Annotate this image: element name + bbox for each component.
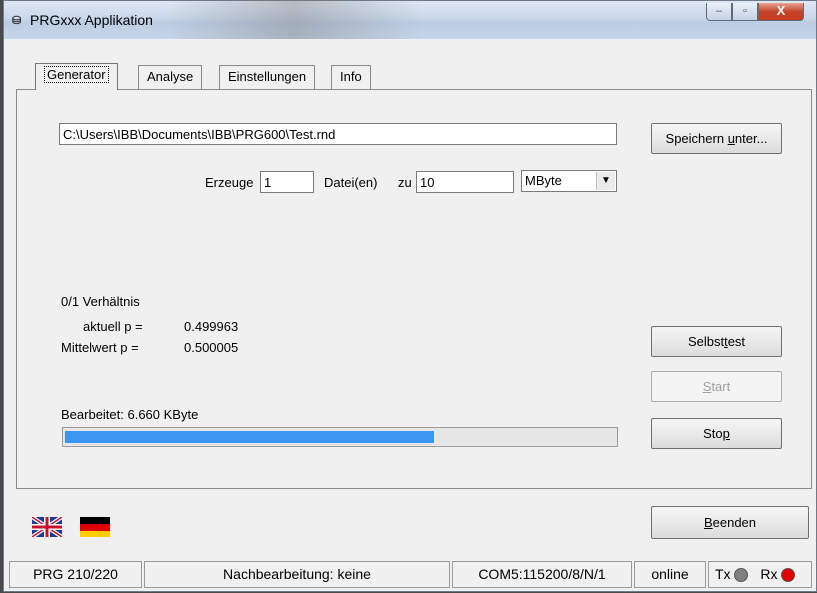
quit-button[interactable]: Beenden [651,506,809,539]
save-as-label-rest: nter... [734,131,768,146]
file-count-input[interactable] [260,171,314,193]
selftest-label: Selbst [687,334,725,349]
status-port: COM5:115200/8/N/1 [452,561,632,588]
file-path-input[interactable] [59,123,617,145]
files-label: Datei(en) [324,175,378,190]
led-rx-icon [781,568,796,583]
status-device: PRG 210/220 [9,561,142,588]
window-title: PRGxxx Applikation [30,12,153,28]
ratio-title: 0/1 Verhältnis [61,294,140,309]
flag-germany-icon[interactable] [80,517,110,537]
stop-accel: p [722,426,730,441]
title-bar[interactable]: ⛁ PRGxxx Applikation – ▫ X [4,1,816,39]
tx-label: Tx [715,566,731,582]
status-leds: Tx Rx [708,561,812,588]
stop-button[interactable]: Stop [651,418,782,449]
selftest-label-rest: est [727,334,746,349]
close-button[interactable]: X [758,3,804,21]
status-online: online [634,561,706,588]
mean-p-value: 0.500005 [184,340,239,355]
zu-label: zu [398,175,412,190]
app-window: ⛁ PRGxxx Applikation – ▫ X Generator Ana… [3,0,817,592]
save-as-label: Speichern [665,131,728,146]
tab-analyse[interactable]: Analyse [138,65,203,89]
stop-label: Sto [703,426,723,441]
file-size-input[interactable] [416,171,514,193]
erzeuge-label: Erzeuge [205,175,254,190]
app-icon: ⛁ [12,15,22,27]
unit-select-value: MByte [525,173,562,188]
progress-bar-fill [65,431,434,443]
dropdown-arrow-icon[interactable]: ▼ [596,172,615,190]
tab-generator-label: Generator [44,66,109,83]
progress-bar [62,427,618,447]
save-as-button[interactable]: Speichern unter... [651,123,782,154]
rx-label: Rx [760,566,778,582]
status-postprocessing: Nachbearbeitung: keine [144,561,450,588]
start-label: tart [711,379,731,394]
flag-uk-icon[interactable] [32,517,62,537]
processed-label: Bearbeitet: 6.660 KByte [61,407,199,422]
start-button[interactable]: Start [651,371,782,402]
save-as-accel: u [727,131,735,146]
status-bar: PRG 210/220 Nachbearbeitung: keine COM5:… [4,558,816,593]
mean-p-label: Mittelwert p = [61,340,139,355]
selftest-button[interactable]: Selbsttest [651,326,782,357]
led-tx-icon [734,568,749,583]
quit-label: eenden [712,515,757,530]
maximize-button[interactable]: ▫ [732,3,758,21]
current-p-value: 0.499963 [184,319,239,334]
current-p-label: aktuell p = [83,319,143,334]
tab-generator[interactable]: Generator [35,63,118,90]
quit-accel: B [703,515,713,530]
tab-einstellungen[interactable]: Einstellungen [219,65,316,89]
unit-select[interactable]: MByte ▼ [521,170,617,192]
minimize-button[interactable]: – [706,3,732,21]
tab-info[interactable]: Info [331,65,371,89]
